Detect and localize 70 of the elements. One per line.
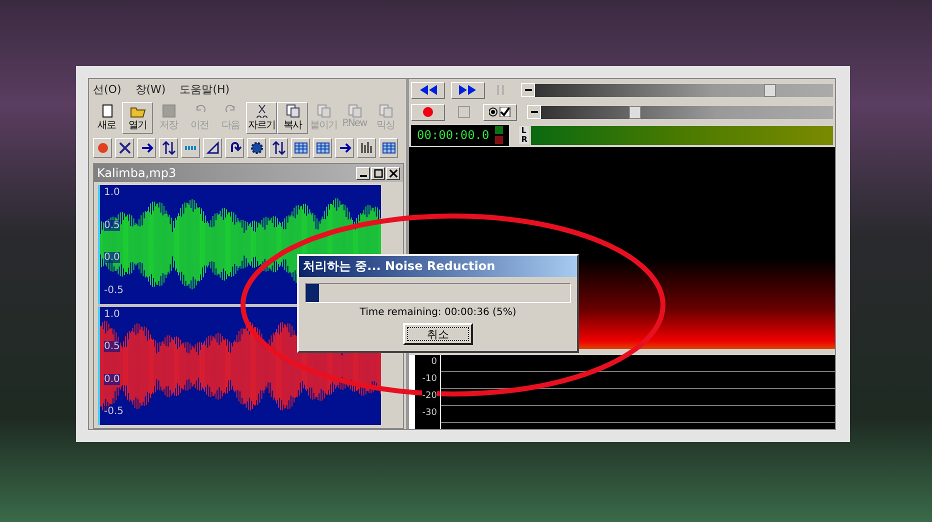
toolbar-button[interactable]: 복사 <box>277 102 308 134</box>
copy-icon <box>284 104 300 118</box>
close-icon <box>388 168 398 178</box>
effect-button[interactable] <box>357 138 376 158</box>
grid-icon <box>382 141 396 155</box>
menu-item[interactable]: 도움말(H) <box>180 82 230 97</box>
effect-button[interactable] <box>335 138 354 158</box>
toolbar-button[interactable]: 자르기 <box>246 102 277 134</box>
arrow-icon <box>140 141 154 155</box>
speed-slider-thumb[interactable] <box>628 106 641 118</box>
menu-item[interactable]: 창(W) <box>135 82 166 97</box>
effect-button[interactable] <box>203 138 222 158</box>
maximize-button[interactable] <box>371 166 385 180</box>
clipboard-icon <box>346 104 362 118</box>
balance-slider-thumb[interactable] <box>764 84 776 96</box>
axis-label: 0.5 <box>104 220 120 230</box>
arrow-icon <box>338 141 352 155</box>
minus-icon[interactable] <box>521 83 535 97</box>
scissors-icon <box>254 104 270 118</box>
fast-forward-button[interactable] <box>451 82 485 98</box>
effect-button[interactable] <box>225 138 244 158</box>
minimize-button[interactable] <box>356 166 370 180</box>
arrows-icon <box>162 141 176 155</box>
rewind-button[interactable] <box>411 82 445 98</box>
effect-button[interactable] <box>159 138 178 158</box>
mode-button[interactable] <box>483 104 517 120</box>
dialog-title: 처리하는 중... Noise Reduction <box>299 256 577 277</box>
record-button[interactable] <box>411 104 445 120</box>
time-readout: 00:00:00.0 <box>417 128 490 142</box>
grid-icon <box>294 141 308 155</box>
axis-label: 1.0 <box>104 187 120 198</box>
close-button[interactable] <box>386 166 400 180</box>
effect-button[interactable] <box>247 138 266 158</box>
clipboard-icon <box>378 104 394 118</box>
axis-label: 0.0 <box>104 252 120 263</box>
record-icon <box>423 107 433 117</box>
axis-label: -0.5 <box>104 284 124 296</box>
level-indicator-icon <box>495 126 504 144</box>
checkbox[interactable] <box>458 106 470 118</box>
cross-icon <box>118 141 132 155</box>
minimize-icon <box>360 175 366 177</box>
maximize-icon <box>374 168 382 178</box>
document-title: Kalimba,mp3 <box>97 166 176 180</box>
channel-label: R <box>521 135 528 144</box>
menu-item[interactable]: 선(O) <box>93 82 122 97</box>
effect-button[interactable] <box>115 138 134 158</box>
radio-check-icon <box>489 107 511 117</box>
effect-button[interactable] <box>379 138 398 158</box>
triangle-icon <box>206 141 220 155</box>
minus-icon[interactable] <box>527 105 541 119</box>
toolbar-button[interactable]: 열기 <box>122 102 153 134</box>
clipboard-icon <box>316 104 332 118</box>
axis-label: 0.0 <box>104 374 120 384</box>
effect-button[interactable] <box>291 138 310 158</box>
effect-button[interactable] <box>269 138 288 158</box>
status-text: Time remaining: 00:00:36 (5%) <box>360 307 516 318</box>
channel-label: L <box>521 126 528 135</box>
cancel-button[interactable]: 취소 <box>403 323 473 345</box>
axis-label: 0.5 <box>104 341 120 352</box>
arrows-icon <box>272 141 286 155</box>
rewind-icon <box>418 85 438 95</box>
effect-button[interactable] <box>313 138 332 158</box>
floppy-icon <box>160 104 176 118</box>
axis-label: 1.0 <box>104 308 120 320</box>
grid-icon <box>316 141 330 155</box>
gear-icon <box>250 141 264 155</box>
effect-button[interactable] <box>137 138 156 158</box>
bars-icon <box>360 141 374 155</box>
axis-label: -0.5 <box>104 406 124 417</box>
fast-forward-icon <box>458 85 478 95</box>
